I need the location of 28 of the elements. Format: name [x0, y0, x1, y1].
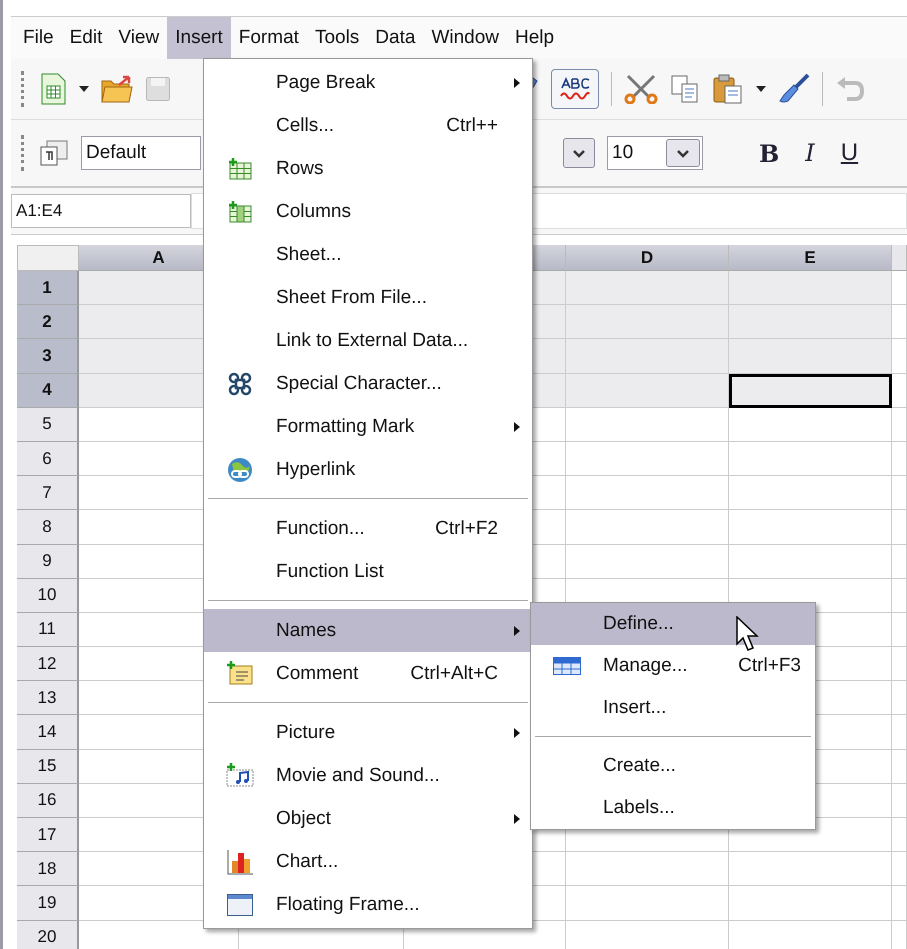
shortcut-label: Ctrl+F3	[738, 655, 801, 677]
menu-item-label: Page Break	[276, 72, 376, 94]
menu-item-label: Define...	[603, 613, 674, 635]
menu-item-label: Function List	[276, 560, 384, 582]
menu-item-label: Manage...	[603, 655, 688, 677]
menu-item-label: Link to External Data...	[276, 330, 468, 352]
menu-item-label: Comment	[276, 662, 358, 684]
menu-item-label: Insert...	[603, 697, 666, 719]
shortcut-label: Ctrl+F2	[435, 518, 498, 540]
menu-item-label: Rows	[276, 158, 324, 180]
shortcut-label: Ctrl++	[446, 114, 498, 136]
menu-item-label: Labels...	[603, 797, 675, 819]
menu-item-label: Formatting Mark	[276, 416, 414, 438]
menu-item-label: Picture	[276, 722, 336, 744]
menu-item-label: Special Character...	[276, 372, 442, 394]
menu-item-label: Cells...	[276, 114, 334, 136]
menu-item-label: Hyperlink	[276, 458, 356, 480]
menu-item-label: Chart...	[276, 850, 338, 872]
menu-item-label: Function...	[276, 518, 365, 540]
menu-item-label: Columns	[276, 200, 351, 222]
menu-item-label: Create...	[603, 755, 676, 777]
menu-item-label: Floating Frame...	[276, 894, 420, 916]
menu-item-label: Object	[276, 808, 331, 830]
shortcut-label: Ctrl+Alt+C	[410, 662, 498, 684]
menu-item-label: Names	[276, 620, 336, 642]
menu-item-label: Sheet From File...	[276, 286, 427, 308]
menu-item-label: Sheet...	[276, 244, 342, 266]
menu-item-label: Movie and Sound...	[276, 764, 440, 786]
